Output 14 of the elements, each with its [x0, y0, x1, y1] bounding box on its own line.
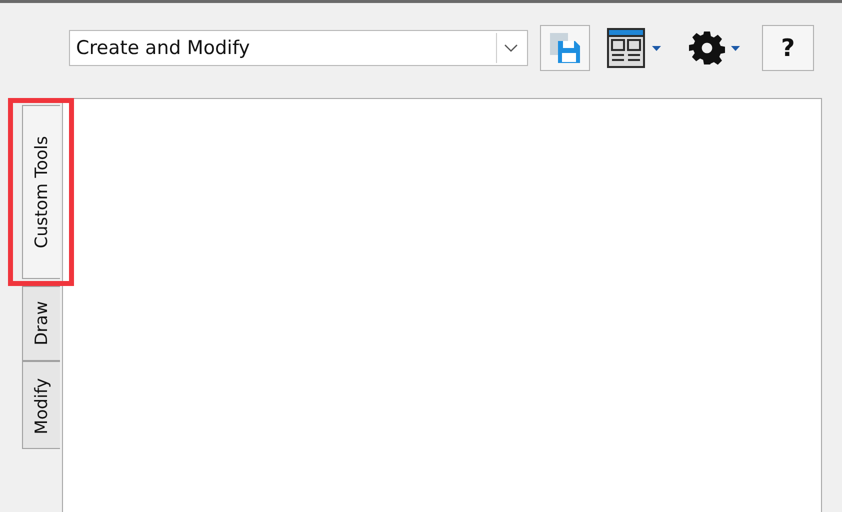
save-button[interactable] — [540, 25, 590, 71]
chevron-down-icon — [504, 44, 518, 52]
floppy-disk-icon — [548, 31, 582, 65]
window-layout-icon — [606, 27, 646, 69]
side-tab[interactable]: Modify — [22, 360, 60, 450]
caret-icon — [652, 46, 661, 50]
side-tab[interactable]: Custom Tools — [22, 105, 60, 280]
side-tab[interactable]: Draw — [22, 286, 60, 361]
dropdown-value: Create and Modify — [75, 36, 251, 61]
settings-icon — [689, 30, 725, 66]
caret-icon — [731, 46, 740, 50]
layout-menu-button[interactable] — [606, 26, 661, 70]
help-button[interactable]: ? — [762, 25, 814, 71]
palette-dropdown[interactable]: Create and Modify — [69, 30, 528, 66]
